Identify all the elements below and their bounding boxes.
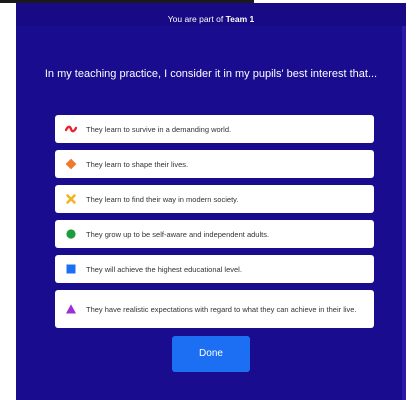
team-header: You are part of Team 1: [16, 3, 406, 26]
red-wave-icon: [65, 125, 77, 133]
option-survive[interactable]: They learn to survive in a demanding wor…: [55, 115, 374, 143]
purple-triangle-icon: [66, 304, 76, 314]
option-label: They learn to survive in a demanding wor…: [86, 124, 232, 134]
orange-diamond-icon: [65, 158, 77, 170]
option-label: They have realistic expectations with re…: [86, 304, 357, 314]
team-name: Team 1: [225, 14, 255, 24]
option-realistic-expectations[interactable]: They have realistic expectations with re…: [55, 290, 374, 328]
team-prefix: You are part of: [167, 14, 224, 24]
done-wrap: Done: [16, 336, 406, 372]
option-label: They learn to find their way in modern s…: [86, 194, 239, 204]
option-label: They grow up to be self-aware and indepe…: [86, 229, 270, 239]
option-label: They will achieve the highest educationa…: [86, 264, 242, 274]
quiz-panel: You are part of Team 1 In my teaching pr…: [16, 3, 406, 400]
option-label: They learn to shape their lives.: [86, 159, 189, 169]
done-button[interactable]: Done: [172, 336, 250, 372]
answer-options: They learn to survive in a demanding wor…: [55, 115, 374, 335]
yellow-cross-icon: [66, 194, 76, 204]
option-shape-lives[interactable]: They learn to shape their lives.: [55, 150, 374, 178]
option-find-way[interactable]: They learn to find their way in modern s…: [55, 185, 374, 213]
green-circle-icon: [66, 229, 76, 239]
option-education-level[interactable]: They will achieve the highest educationa…: [55, 255, 374, 283]
option-self-aware[interactable]: They grow up to be self-aware and indepe…: [55, 220, 374, 248]
blue-square-icon: [66, 264, 76, 274]
question-text: In my teaching practice, I consider it i…: [44, 68, 378, 80]
